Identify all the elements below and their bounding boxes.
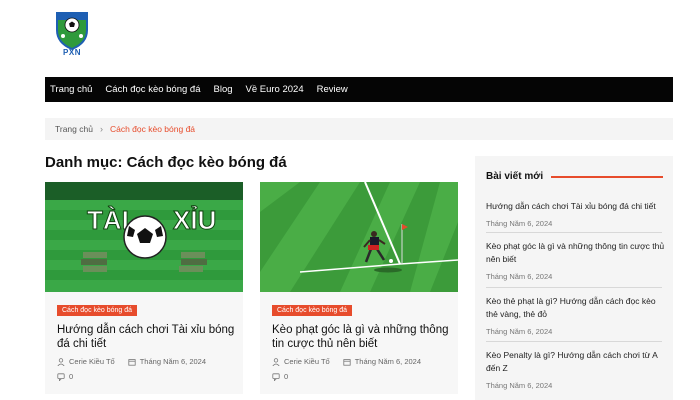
sidebar-post-date: Tháng Năm 6, 2024 — [486, 381, 553, 390]
post-meta: Cerie Kiều Tố Tháng Năm 6, 2024 — [272, 357, 421, 366]
sidebar-post-date: Tháng Năm 6, 2024 — [486, 327, 553, 336]
logo-text: PXN — [63, 48, 81, 57]
comment-icon — [272, 372, 280, 381]
calendar-icon — [343, 358, 351, 366]
user-icon — [272, 357, 280, 366]
sidebar-divider — [486, 232, 662, 233]
nav-item-odds-reading[interactable]: Cách đọc kèo bóng đá — [105, 84, 200, 95]
post-thumbnail-corner-kick[interactable] — [260, 182, 458, 292]
sidebar-post: Kèo phạt góc là gì và những thông tin cư… — [486, 240, 668, 281]
post-title-link[interactable]: Kèo phạt góc là gì và những thông tin cư… — [272, 323, 452, 351]
breadcrumb-current: Cách đọc kèo bóng đá — [109, 124, 196, 134]
nav-item-euro-2024[interactable]: Về Euro 2024 — [246, 84, 304, 95]
shield-logo-icon — [56, 12, 88, 51]
nav-item-review[interactable]: Review — [317, 84, 348, 95]
post-author[interactable]: Cerie Kiều Tố — [69, 357, 115, 366]
sidebar-post-link[interactable]: Kèo Penalty là gì? Hướng dẫn cách chơi t… — [486, 349, 668, 375]
comment-icon — [57, 372, 65, 381]
comment-count: 0 — [69, 372, 74, 381]
category-badge[interactable]: Cách đọc kèo bóng đá — [272, 305, 353, 316]
post-author[interactable]: Cerie Kiều Tố — [284, 357, 330, 366]
nav-item-blog[interactable]: Blog — [214, 84, 233, 95]
post-title-link[interactable]: Hướng dẫn cách chơi Tài xỉu bóng đá chi … — [57, 323, 237, 351]
post-card: TÀI XỈU Cách đọc kèo bóng đá Hướng dẫn c… — [45, 182, 243, 394]
nav-item-home[interactable]: Trang chủ — [50, 84, 92, 95]
sidebar-title-underline — [551, 176, 663, 178]
sidebar-post-link[interactable]: Kèo phạt góc là gì và những thông tin cư… — [486, 240, 668, 266]
sidebar-post: Kèo Penalty là gì? Hướng dẫn cách chơi t… — [486, 349, 668, 390]
sidebar-post-link[interactable]: Kèo thẻ phạt là gì? Hướng dẫn cách đọc k… — [486, 295, 668, 321]
main-navbar: Trang chủ Cách đọc kèo bóng đá Blog Về E… — [45, 77, 673, 102]
post-date: Tháng Năm 6, 2024 — [354, 357, 422, 366]
site-logo[interactable]: PXN — [53, 10, 91, 60]
category-badge[interactable]: Cách đọc kèo bóng đá — [57, 305, 138, 316]
post-date: Tháng Năm 6, 2024 — [139, 357, 207, 366]
post-card: Cách đọc kèo bóng đá Kèo phạt góc là gì … — [260, 182, 458, 394]
comment-count: 0 — [284, 372, 289, 381]
image-text-tai: TÀI — [87, 205, 129, 235]
sidebar-post: Kèo thẻ phạt là gì? Hướng dẫn cách đọc k… — [486, 295, 668, 336]
user-icon — [57, 357, 65, 366]
post-thumbnail-tai-xiu[interactable]: TÀI XỈU — [45, 182, 243, 292]
sidebar-post-link[interactable]: Hướng dẫn cách chơi Tài xỉu bóng đá chi … — [486, 200, 668, 213]
calendar-icon — [128, 358, 136, 366]
post-comments[interactable]: 0 — [57, 372, 73, 381]
sidebar-recent-posts: Bài viết mới Hướng dẫn cách chơi Tài xỉu… — [475, 156, 673, 400]
sidebar-post-date: Tháng Năm 6, 2024 — [486, 219, 553, 228]
sidebar-divider — [486, 341, 662, 342]
image-text-xiu: XỈU — [173, 205, 216, 235]
page-title: Danh mục: Cách đọc kèo bóng đá — [45, 154, 287, 171]
breadcrumb-home-link[interactable]: Trang chủ — [55, 124, 93, 134]
breadcrumb: Trang chủ › Cách đọc kèo bóng đá — [45, 118, 673, 140]
post-comments[interactable]: 0 — [272, 372, 288, 381]
post-meta: Cerie Kiều Tố Tháng Năm 6, 2024 — [57, 357, 206, 366]
sidebar-divider — [486, 287, 662, 288]
sidebar-post: Hướng dẫn cách chơi Tài xỉu bóng đá chi … — [486, 200, 668, 228]
chevron-right-icon: › — [99, 124, 103, 134]
sidebar-title: Bài viết mới — [486, 171, 544, 182]
sidebar-post-date: Tháng Năm 6, 2024 — [486, 272, 553, 281]
